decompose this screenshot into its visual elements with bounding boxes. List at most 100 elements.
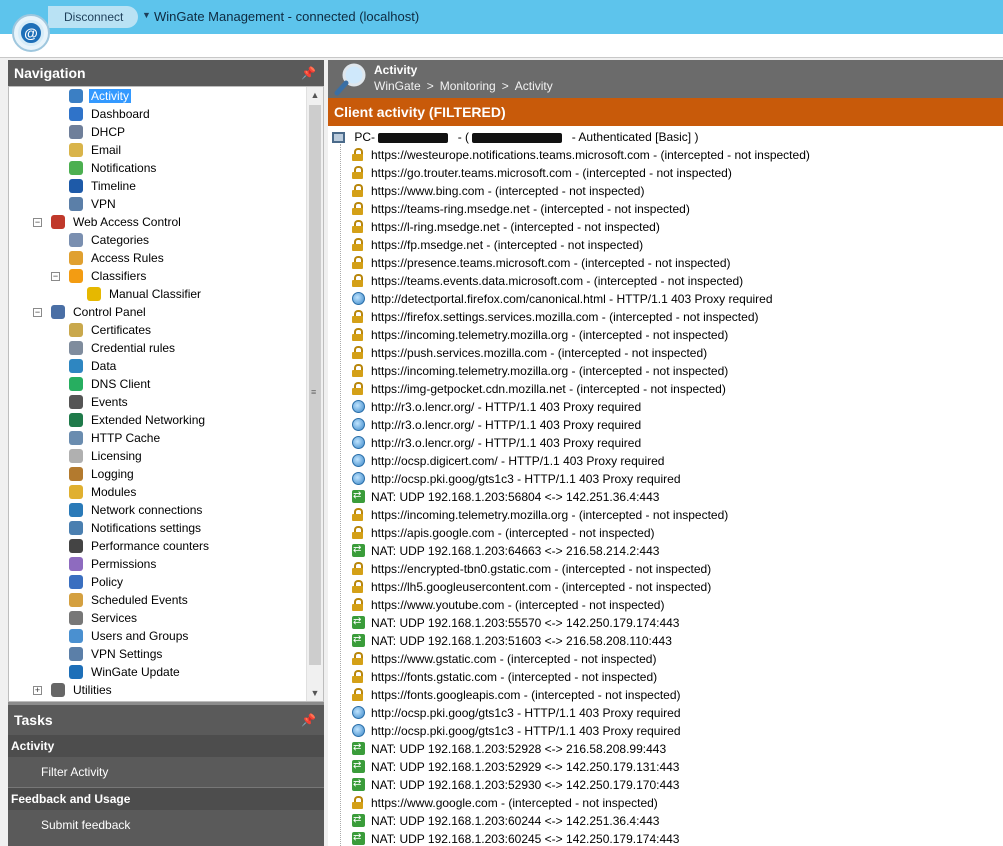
extended-networking-icon (69, 413, 83, 427)
tree-expander-icon[interactable]: + (33, 686, 42, 695)
nav-item[interactable]: VPN (69, 195, 118, 213)
nav-item[interactable]: Activity (69, 87, 132, 105)
lock-icon (352, 346, 365, 359)
left-panel: Navigation 📌 ▲ ≡ ▼ Activity Dashboard DHCP… (8, 60, 324, 846)
nav-item[interactable]: Data (69, 357, 118, 375)
nav-item[interactable]: Scheduled Events (69, 591, 190, 609)
nav-item[interactable]: Access Rules (69, 249, 166, 267)
task-section-feedback: Feedback and Usage (8, 788, 324, 810)
nav-item[interactable]: Logging (69, 465, 136, 483)
filter-activity-link[interactable]: Filter Activity (8, 757, 324, 788)
nav-item[interactable]: Permissions (69, 555, 158, 573)
activity-row-text: https://l-ring.msedge.net - (intercepted… (371, 220, 660, 234)
tree-expander-icon[interactable]: − (51, 272, 60, 281)
nav-item[interactable]: Classifiers (69, 267, 148, 285)
scroll-up-icon[interactable]: ▲ (307, 87, 323, 103)
globe-icon (352, 292, 365, 305)
nav-item[interactable]: Policy (69, 573, 125, 591)
logging-icon (69, 467, 83, 481)
nav-item[interactable]: Utilities (51, 681, 114, 699)
classifiers-icon (69, 269, 83, 283)
activity-row-text: NAT: UDP 192.168.1.203:52930 <-> 142.250… (371, 778, 680, 792)
nav-item[interactable]: Notifications (69, 159, 158, 177)
nav-item[interactable]: Web Access Control (51, 213, 183, 231)
nav-item-label: Modules (91, 485, 137, 499)
client-row[interactable]: PC- - ( - Authenticated [Basic] ) (332, 128, 698, 146)
activity-row-text: http://detectportal.firefox.com/canonica… (371, 292, 773, 306)
chevron-down-icon[interactable]: ▼ (142, 10, 151, 20)
activity-row-text: NAT: UDP 192.168.1.203:51603 <-> 216.58.… (371, 634, 672, 648)
lock-icon (352, 670, 365, 683)
lock-icon (352, 148, 365, 161)
nav-item[interactable]: Extended Networking (69, 411, 207, 429)
nav-item[interactable]: Certificates (69, 321, 153, 339)
nav-item[interactable]: Network connections (69, 501, 204, 519)
breadcrumb-item[interactable]: Monitoring (440, 79, 496, 93)
nav-item-label: Web Access Control (73, 215, 181, 229)
scroll-thumb[interactable] (309, 105, 321, 665)
nav-item[interactable]: Categories (69, 231, 151, 249)
nat-icon (352, 613, 365, 631)
nav-item[interactable]: Email (69, 141, 123, 159)
submit-feedback-link[interactable]: Submit feedback (8, 810, 324, 841)
activity-row-text: NAT: UDP 192.168.1.203:52928 <-> 216.58.… (371, 742, 667, 756)
nav-item[interactable]: Timeline (69, 177, 138, 195)
nav-item-label: Users and Groups (91, 629, 189, 643)
activity-row-text: https://incoming.telemetry.mozilla.org -… (371, 508, 729, 522)
pin-icon[interactable]: 📌 (301, 60, 316, 86)
activity-row-text: NAT: UDP 192.168.1.203:55570 <-> 142.250… (371, 616, 680, 630)
activity-row-text: https://www.bing.com - (intercepted - no… (371, 184, 645, 198)
lock-icon (352, 796, 365, 809)
toolbar (0, 34, 1003, 58)
nav-item[interactable]: Events (69, 393, 130, 411)
nav-item[interactable]: Users and Groups (69, 627, 190, 645)
nav-item[interactable]: Performance counters (69, 537, 211, 555)
navigation-scrollbar[interactable]: ▲ ≡ ▼ (306, 87, 323, 701)
certificates-icon (69, 323, 83, 337)
scroll-down-icon[interactable]: ▼ (307, 685, 323, 701)
dns-client-icon (69, 377, 83, 391)
breadcrumb-item[interactable]: WinGate (374, 79, 421, 93)
nav-item[interactable]: Manual Classifier (87, 285, 203, 303)
network-connections-icon (69, 503, 83, 517)
nav-item[interactable]: Dashboard (69, 105, 152, 123)
lock-icon (352, 202, 365, 215)
content-header: Activity WinGate > Monitoring > Activity (328, 60, 1003, 98)
scheduled-events-icon (69, 593, 83, 607)
redacted-block (472, 132, 563, 143)
nat-icon (352, 541, 365, 559)
nav-item[interactable]: Services (69, 609, 139, 627)
tree-expander-icon[interactable]: − (33, 308, 42, 317)
nav-item-label: DNS Client (91, 377, 151, 391)
activity-row-text: http://ocsp.pki.goog/gts1c3 - HTTP/1.1 4… (371, 724, 681, 738)
nav-item-label: Timeline (91, 179, 136, 193)
credential-rules-icon (69, 341, 83, 355)
access-rules-icon (69, 251, 83, 265)
nav-item[interactable]: DHCP (69, 123, 127, 141)
nav-item[interactable]: Control Panel (51, 303, 148, 321)
activity-row-text: https://push.services.mozilla.com - (int… (371, 346, 708, 360)
activity-row-text: https://www.youtube.com - (intercepted -… (371, 598, 665, 612)
globe-icon (352, 472, 365, 485)
nav-item[interactable]: Credential rules (69, 339, 177, 357)
nav-item-label: Licensing (91, 449, 142, 463)
nav-item[interactable]: Modules (69, 483, 138, 501)
nav-item-label: VPN (91, 197, 116, 211)
activity-row-text: http://ocsp.pki.goog/gts1c3 - HTTP/1.1 4… (371, 472, 681, 486)
nav-item[interactable]: Licensing (69, 447, 144, 465)
magnifier-icon (334, 63, 366, 96)
activity-row-text: https://fonts.googleapis.com - (intercep… (371, 688, 681, 702)
activity-row-text: https://fonts.gstatic.com - (intercepted… (371, 670, 658, 684)
nav-item[interactable]: VPN Settings (69, 645, 164, 663)
tree-expander-icon[interactable]: − (33, 218, 42, 227)
nav-item[interactable]: HTTP Cache (69, 429, 162, 447)
nav-item[interactable]: Notifications settings (69, 519, 203, 537)
nav-item[interactable]: DNS Client (69, 375, 152, 393)
breadcrumb-item[interactable]: Activity (515, 79, 553, 93)
wingate-logo-icon[interactable]: @ (12, 14, 50, 52)
pin-icon[interactable]: 📌 (301, 705, 316, 735)
disconnect-button[interactable]: Disconnect (48, 6, 138, 28)
nav-item[interactable]: WinGate Update (69, 663, 182, 681)
monitor-icon (332, 132, 345, 143)
globe-icon (352, 400, 365, 413)
